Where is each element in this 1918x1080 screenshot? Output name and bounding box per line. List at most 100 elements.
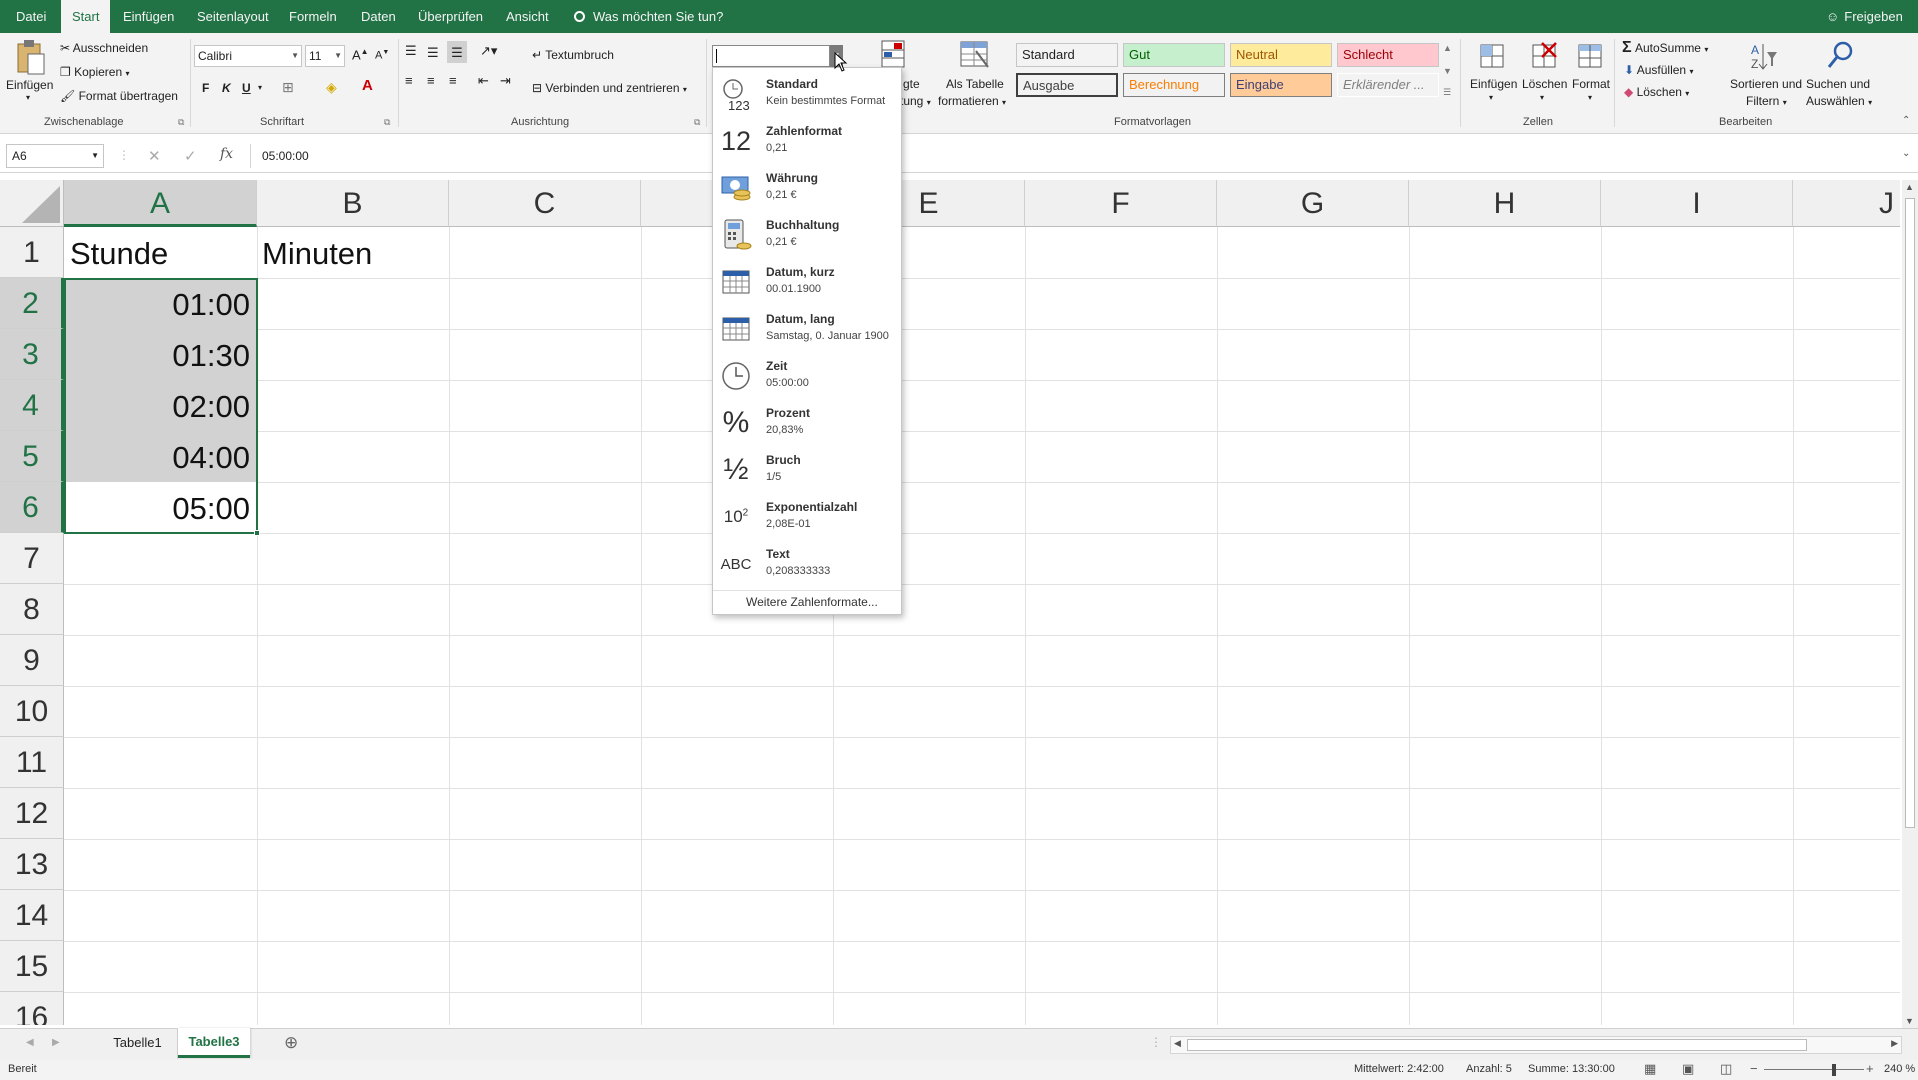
row-header-12[interactable]: 12 [0, 788, 64, 839]
alignment-launcher-icon[interactable]: ⧉ [694, 117, 700, 128]
format-option-waehrung[interactable]: Währung 0,21 € [713, 166, 901, 213]
format-as-table-label-2[interactable]: formatieren ▾ [938, 94, 1006, 108]
orientation-icon[interactable]: ↗▾ [480, 43, 497, 59]
format-option-buchhaltung[interactable]: Buchhaltung 0,21 € [713, 213, 901, 260]
column-header-j[interactable]: J [1793, 180, 1900, 227]
sheet-tab-tabelle3[interactable]: Tabelle3 [178, 1028, 250, 1058]
style-berechnung[interactable]: Berechnung [1123, 73, 1225, 97]
bold-button[interactable]: F [202, 81, 209, 95]
clear-button[interactable]: ◆ Löschen ▾ [1624, 85, 1689, 99]
underline-button[interactable]: U [242, 81, 251, 95]
normal-view-icon[interactable]: ▦ [1644, 1061, 1656, 1077]
insert-cells-icon[interactable] [1476, 37, 1508, 73]
row-header-5[interactable]: 5 [0, 431, 64, 482]
horizontal-scrollbar[interactable]: ◀ ▶ [1170, 1036, 1902, 1054]
conditional-format-label-2[interactable]: tung ▾ [900, 94, 931, 108]
format-as-table-icon[interactable] [956, 37, 992, 73]
menu-file[interactable]: Datei [16, 0, 46, 33]
style-schlecht[interactable]: Schlecht [1337, 43, 1439, 67]
row-header-6[interactable]: 6 [0, 482, 64, 533]
indent-decrease-icon[interactable]: ⇤ [478, 73, 489, 89]
row-header-14[interactable]: 14 [0, 890, 64, 941]
tab-ueberpruefen[interactable]: Überprüfen [418, 0, 483, 33]
row-header-3[interactable]: 3 [0, 329, 64, 380]
expand-formula-bar-icon[interactable]: ⌄ [1902, 148, 1910, 159]
scroll-right-icon[interactable]: ▶ [1891, 1038, 1898, 1049]
number-format-box[interactable] [712, 45, 830, 67]
tab-start[interactable]: Start [61, 0, 111, 33]
row-header-2[interactable]: 2 [0, 278, 64, 329]
style-ausgabe[interactable]: Ausgabe [1016, 73, 1118, 97]
scroll-up-icon[interactable]: ▲ [1905, 182, 1914, 192]
format-option-zeit[interactable]: Zeit 05:00:00 [713, 354, 901, 401]
paste-dropdown-icon[interactable]: ▾ [26, 93, 30, 102]
scroll-left-icon[interactable]: ◀ [1174, 1038, 1181, 1049]
border-icon[interactable]: ⊞ [282, 79, 294, 96]
share-button[interactable]: ☺ Freigeben [1826, 0, 1903, 33]
align-middle-icon[interactable]: ☰ [427, 45, 439, 61]
insert-function-icon[interactable]: fx [220, 146, 233, 162]
zoom-slider[interactable] [1764, 1069, 1864, 1070]
sort-filter-label[interactable]: Sortieren und [1730, 77, 1802, 91]
tab-daten[interactable]: Daten [361, 0, 396, 33]
paste-icon[interactable] [12, 37, 48, 77]
align-right-icon[interactable]: ≡ [449, 73, 457, 88]
gallery-more-icon[interactable]: ☰ [1443, 87, 1451, 98]
sort-filter-icon[interactable]: AZ [1748, 39, 1780, 73]
fill-color-icon[interactable]: ◈ [326, 79, 337, 96]
check-icon[interactable]: ✓ [184, 147, 197, 165]
merge-center-button[interactable]: ⊟ Verbinden und zentrieren ▾ [532, 81, 687, 95]
row-header-10[interactable]: 10 [0, 686, 64, 737]
find-select-icon[interactable] [1824, 37, 1856, 73]
format-option-standard[interactable]: 123 Standard Kein bestimmtes Format [713, 72, 901, 119]
column-header-g[interactable]: G [1217, 180, 1409, 227]
delete-cells-icon[interactable] [1528, 37, 1560, 73]
gallery-scroll-up-icon[interactable]: ▲ [1443, 43, 1452, 53]
shrink-font-icon[interactable]: A▼ [375, 49, 389, 62]
scroll-tabs-left-icon[interactable]: ◀ [26, 1037, 34, 1048]
chevron-down-icon[interactable]: ▾ [1540, 93, 1544, 102]
font-launcher-icon[interactable]: ⧉ [384, 117, 390, 128]
scroll-down-icon[interactable]: ▼ [1905, 1016, 1914, 1026]
grow-font-icon[interactable]: A▲ [352, 47, 369, 62]
cell-a4[interactable]: 02:00 [70, 389, 250, 425]
format-cells-button[interactable]: Format [1572, 77, 1610, 91]
row-header-7[interactable]: 7 [0, 533, 64, 584]
row-header-9[interactable]: 9 [0, 635, 64, 686]
column-header-i[interactable]: I [1601, 180, 1793, 227]
tab-ansicht[interactable]: Ansicht [506, 0, 549, 33]
fill-handle[interactable] [254, 530, 260, 536]
zoom-out-icon[interactable]: − [1750, 1061, 1758, 1076]
style-gut[interactable]: Gut [1123, 43, 1225, 67]
find-select-label[interactable]: Suchen und [1806, 77, 1870, 91]
tab-einfuegen[interactable]: Einfügen [123, 0, 174, 33]
autosum-button[interactable]: Σ AutoSumme ▾ [1622, 39, 1708, 57]
align-center-icon[interactable]: ≡ [427, 73, 435, 88]
zoom-level[interactable]: 240 % [1884, 1063, 1915, 1075]
paste-button[interactable]: Einfügen [6, 78, 53, 92]
select-all-corner[interactable] [0, 180, 64, 227]
row-header-11[interactable]: 11 [0, 737, 64, 788]
worksheet-grid[interactable]: A B C D E F G H I J 1 2 3 4 5 6 7 8 9 10… [0, 180, 1900, 1025]
copy-button[interactable]: ❐ Kopieren ▾ [60, 65, 130, 79]
wrap-text-button[interactable]: ↵ Textumbruch [532, 48, 614, 62]
delete-cells-button[interactable]: Löschen [1522, 77, 1567, 91]
chevron-down-icon[interactable]: ▾ [1588, 93, 1592, 102]
row-header-4[interactable]: 4 [0, 380, 64, 431]
format-option-bruch[interactable]: ½ Bruch 1/5 [713, 448, 901, 495]
zoom-in-icon[interactable]: + [1866, 1061, 1874, 1076]
format-cells-icon[interactable] [1574, 37, 1606, 73]
fill-button[interactable]: ⬇ Ausfüllen ▾ [1624, 63, 1693, 77]
scrollbar-thumb[interactable] [1905, 198, 1915, 828]
chevron-down-icon[interactable]: ▾ [1489, 93, 1493, 102]
cell-a6[interactable]: 05:00 [70, 491, 250, 527]
format-painter-button[interactable]: 🖌 Format übertragen [60, 89, 178, 103]
cell-a5[interactable]: 04:00 [70, 440, 250, 476]
row-header-16[interactable]: 16 [0, 992, 64, 1025]
align-top-icon[interactable]: ☰ [405, 43, 417, 59]
format-option-text[interactable]: ABC Text 0,208333333 [713, 542, 901, 589]
vertical-scrollbar[interactable]: ▲ ▼ [1902, 180, 1918, 1028]
style-erklaerender[interactable]: Erklärender ... [1337, 73, 1439, 97]
format-option-exponentialzahl[interactable]: 102 Exponentialzahl 2,08E-01 [713, 495, 901, 542]
column-header-f[interactable]: F [1025, 180, 1217, 227]
